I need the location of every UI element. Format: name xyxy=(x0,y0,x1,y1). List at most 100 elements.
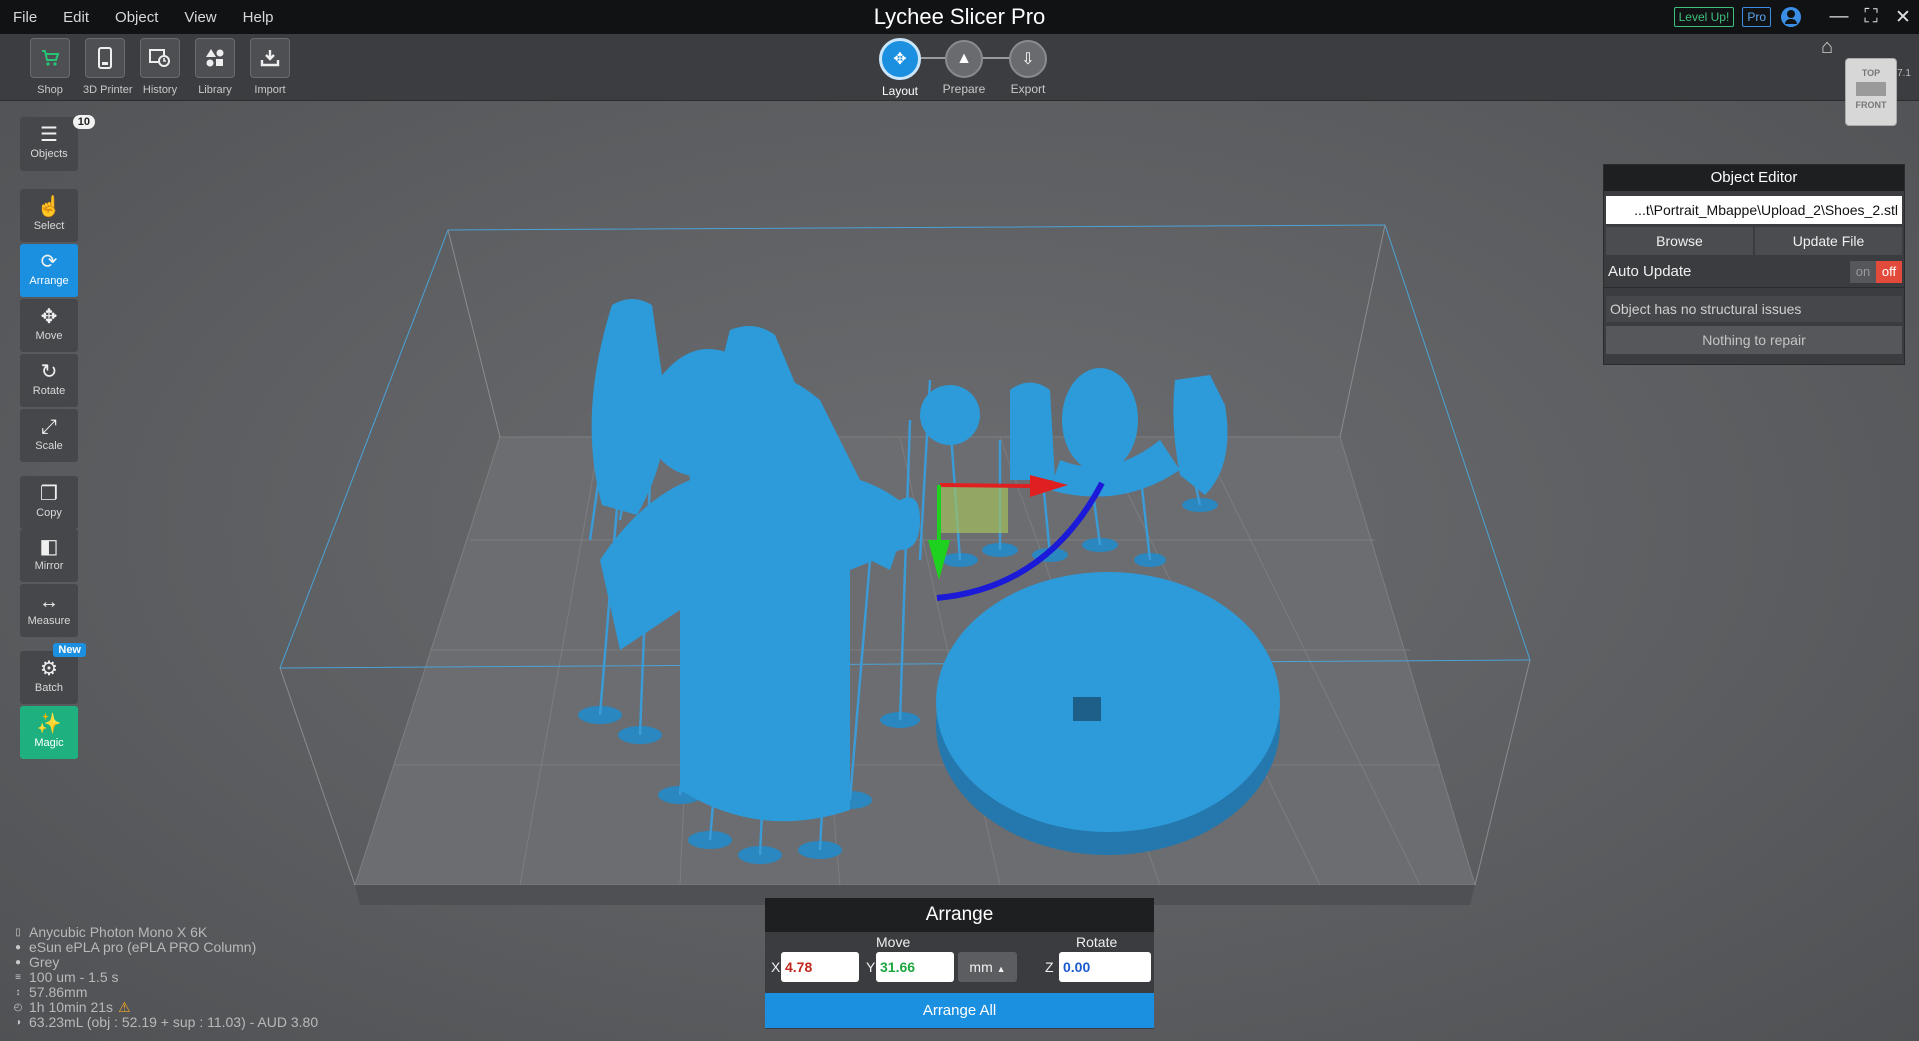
rotate-section-label: Rotate xyxy=(1076,934,1118,950)
color-icon: ● xyxy=(14,957,22,968)
printer-icon: ▯ xyxy=(15,927,21,938)
home-icon[interactable]: ⌂ xyxy=(1821,36,1833,59)
3d-printer-button[interactable]: 3D Printer xyxy=(83,38,133,96)
y-position-input[interactable]: 31.66 xyxy=(876,952,954,982)
scale-icon: ⤢ xyxy=(41,416,57,438)
copy-icon: ❐ xyxy=(40,483,58,505)
import-button[interactable]: Import xyxy=(248,38,292,96)
select-tool[interactable]: ☝ Select xyxy=(20,189,78,242)
prepare-step-icon: ▲ xyxy=(945,40,983,78)
scale-tool[interactable]: ⤢ Scale xyxy=(20,409,78,462)
z-rotation-input[interactable]: 0.00 xyxy=(1059,952,1151,982)
measure-tool[interactable]: ↔ Measure xyxy=(20,584,78,637)
height-icon: ↕ xyxy=(15,987,21,998)
file-path-field[interactable]: ...t\Portrait_Mbappe\Upload_2\Shoes_2.st… xyxy=(1606,196,1902,224)
shop-button[interactable]: Shop xyxy=(28,38,72,96)
resin-color: Grey xyxy=(29,954,60,970)
list-icon: ☰ xyxy=(40,124,58,146)
minimize-icon[interactable]: — xyxy=(1823,0,1855,34)
layer-settings: 100 um - 1.5 s xyxy=(29,969,119,985)
toggle-on[interactable]: on xyxy=(1850,261,1876,283)
rotate-tool[interactable]: ↻ Rotate xyxy=(20,354,78,407)
move-tool[interactable]: ✥ Move xyxy=(20,299,78,352)
workflow-steps: ✥ Layout ▲ Prepare ⇩ Export xyxy=(870,38,1050,98)
objects-count-badge: 10 xyxy=(72,115,95,129)
resin-name: eSun ePLA pro (ePLA PRO Column) xyxy=(29,939,257,955)
shop-label: Shop xyxy=(37,84,63,96)
measure-icon: ↔ xyxy=(39,591,59,613)
close-icon[interactable]: ✕ xyxy=(1887,0,1919,34)
user-account-icon[interactable] xyxy=(1781,7,1801,27)
import-icon xyxy=(250,38,290,78)
magic-tool[interactable]: ✨ Magic xyxy=(20,706,78,759)
browse-button[interactable]: Browse xyxy=(1606,227,1753,255)
x-position-input[interactable]: 4.78 xyxy=(781,952,859,982)
step-export[interactable]: ⇩ Export xyxy=(998,38,1058,96)
view-cube-front-face[interactable]: FRONT xyxy=(1846,100,1896,110)
objects-label: Objects xyxy=(30,148,68,160)
step-export-label: Export xyxy=(1010,82,1046,96)
pointer-icon: ☝ xyxy=(36,196,62,218)
step-layout-label: Layout xyxy=(881,84,919,98)
copy-tool[interactable]: ❐ Copy xyxy=(20,476,78,529)
magic-wand-icon: ✨ xyxy=(36,713,62,735)
toggle-off[interactable]: off xyxy=(1876,261,1902,283)
print-height: 57.86mm xyxy=(29,984,88,1000)
library-button[interactable]: Library xyxy=(193,38,237,96)
warning-icon[interactable]: ⚠ xyxy=(118,1000,131,1015)
batch-label: Batch xyxy=(34,682,64,694)
view-cube[interactable]: TOP FRONT xyxy=(1845,58,1897,126)
objects-button[interactable]: ☰ Objects 10 xyxy=(20,115,95,171)
step-prepare-label: Prepare xyxy=(942,82,986,96)
print-time: 1h 10min 21s xyxy=(29,999,114,1015)
move-icon: ✥ xyxy=(40,306,58,328)
select-label: Select xyxy=(33,220,65,232)
view-cube-top-face[interactable]: TOP xyxy=(1846,68,1896,78)
copy-label: Copy xyxy=(36,507,62,519)
arrange-tool[interactable]: ⟳ Arrange xyxy=(20,244,78,297)
step-prepare[interactable]: ▲ Prepare xyxy=(934,38,994,96)
move-label: Move xyxy=(35,330,63,342)
arrange-panel-title: Arrange xyxy=(765,898,1154,932)
unit-select[interactable]: mm ▲ xyxy=(958,952,1017,982)
arrange-icon: ⟳ xyxy=(40,251,58,273)
caret-up-icon: ▲ xyxy=(996,964,1006,974)
layout-step-icon: ✥ xyxy=(879,38,921,80)
magic-label: Magic xyxy=(34,737,64,749)
printer-icon xyxy=(85,38,125,78)
unit-label: mm xyxy=(969,959,993,975)
batch-tool[interactable]: ⚙ Batch New xyxy=(20,643,86,704)
auto-update-toggle[interactable]: on off xyxy=(1850,261,1902,283)
auto-update-label: Auto Update xyxy=(1608,263,1692,280)
history-button[interactable]: History xyxy=(138,38,182,96)
history-icon xyxy=(140,38,180,78)
volume-icon: ◑ xyxy=(14,1017,22,1028)
mirror-icon: ◧ xyxy=(39,536,59,558)
pro-badge[interactable]: Pro xyxy=(1742,7,1771,27)
update-file-button[interactable]: Update File xyxy=(1755,227,1902,255)
scale-label: Scale xyxy=(35,440,63,452)
resin-volume: 63.23mL (obj : 52.19 + sup : 11.03) - AU… xyxy=(29,1014,319,1030)
import-label: Import xyxy=(254,84,286,96)
z-axis-label: Z xyxy=(1045,959,1054,975)
maximize-icon[interactable]: ⛶ xyxy=(1855,0,1887,34)
arrange-label: Arrange xyxy=(29,275,69,287)
clock-icon: ◴ xyxy=(13,1002,23,1013)
printer-name: Anycubic Photon Mono X 6K xyxy=(29,924,208,940)
repair-button[interactable]: Nothing to repair xyxy=(1606,326,1902,354)
step-layout[interactable]: ✥ Layout xyxy=(870,38,930,98)
export-step-icon: ⇩ xyxy=(1009,40,1047,78)
y-axis-label: Y xyxy=(866,959,876,975)
app-title: Lychee Slicer Pro xyxy=(873,4,1046,29)
new-badge: New xyxy=(53,643,86,657)
measure-label: Measure xyxy=(27,615,71,627)
arrange-all-button[interactable]: Arrange All xyxy=(765,993,1154,1028)
title-bar: File Edit Object View Help Lychee Slicer… xyxy=(0,0,1919,34)
resin-icon: ● xyxy=(14,942,22,953)
cart-icon xyxy=(30,38,70,78)
mirror-tool[interactable]: ◧ Mirror xyxy=(20,529,78,582)
x-axis-label: X xyxy=(771,959,781,975)
layers-icon: ≡ xyxy=(15,972,21,983)
level-up-button[interactable]: Level Up! xyxy=(1673,7,1735,27)
arrange-panel: Arrange Move Rotate X 4.78 Y 31.66 mm ▲ … xyxy=(765,898,1154,1029)
